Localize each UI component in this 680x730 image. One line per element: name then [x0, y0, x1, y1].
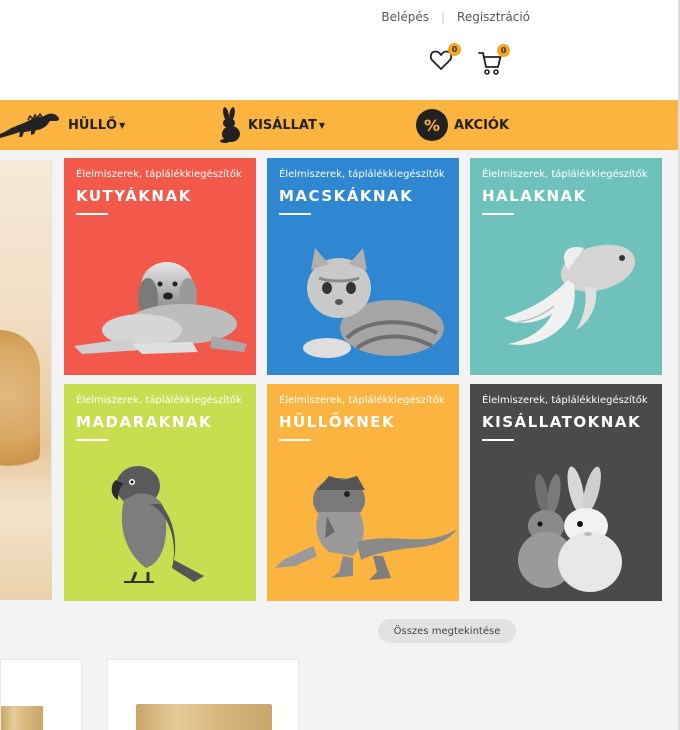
title-underline [76, 439, 108, 441]
product-image [136, 704, 272, 730]
lizard-icon [275, 476, 457, 580]
product-image [1, 706, 43, 730]
login-link[interactable]: Belépés [381, 10, 429, 24]
parrot-icon [111, 466, 204, 583]
nav-item-hullo[interactable]: HÜLLŐ ▼ [0, 100, 130, 150]
category-tile-birds[interactable]: Élelmiszerek, táplálékkiegészítők MADARA… [64, 384, 256, 601]
nav-item-label: HÜLLŐ [68, 117, 118, 133]
product-card[interactable] [107, 659, 299, 730]
rabbit-icon [220, 107, 240, 143]
floor-photo [0, 510, 52, 600]
chevron-down-icon: ▼ [119, 120, 126, 130]
register-link[interactable]: Regisztráció [457, 10, 530, 24]
title-underline [279, 439, 311, 441]
category-title: MADARAKNAK [76, 413, 213, 431]
category-tile-cats[interactable]: Élelmiszerek, táplálékkiegészítők MACSKÁ… [267, 158, 459, 375]
wishlist-count-badge: 0 [448, 43, 461, 56]
rabbits-icon [518, 466, 622, 592]
nav-item-label: KISÁLLAT [248, 117, 317, 133]
page: Belépés | Regisztráció 0 0 HÜLLŐ ▼ KISÁL… [0, 0, 680, 730]
category-subtitle: Élelmiszerek, táplálékkiegészítők [279, 395, 445, 406]
dog-photo [0, 330, 40, 490]
percent-icon: % [416, 109, 448, 141]
category-tile-fish[interactable]: Élelmiszerek, táplálékkiegészítők HALAKN… [470, 158, 662, 375]
category-nav: HÜLLŐ ▼ KISÁLLAT ▼ % AKCIÓK [0, 100, 678, 150]
title-underline [482, 213, 514, 215]
category-tile-dogs[interactable]: Élelmiszerek, táplálékkiegészítők KUTYÁK… [64, 158, 256, 375]
account-links: Belépés | Regisztráció [381, 10, 530, 24]
title-underline [482, 439, 514, 441]
hero-banner[interactable] [0, 160, 52, 600]
divider: | [441, 10, 446, 24]
category-subtitle: Élelmiszerek, táplálékkiegészítők [482, 169, 648, 180]
iguana-icon [0, 112, 60, 138]
category-title: KISÁLLATOKNAK [482, 413, 642, 431]
category-title: MACSKÁKNAK [279, 187, 414, 205]
nav-item-label: AKCIÓK [454, 117, 510, 133]
category-tile-reptiles[interactable]: Élelmiszerek, táplálékkiegészítők HÜLLŐK… [267, 384, 459, 601]
view-all-button[interactable]: Összes megtekintése [378, 619, 516, 643]
category-tile-small-pets[interactable]: Élelmiszerek, táplálékkiegészítők KISÁLL… [470, 384, 662, 601]
wishlist-button[interactable]: 0 [429, 43, 461, 71]
nav-item-kisallat[interactable]: KISÁLLAT ▼ [218, 100, 338, 150]
category-subtitle: Élelmiszerek, táplálékkiegészítők [482, 395, 648, 406]
category-subtitle: Élelmiszerek, táplálékkiegészítők [76, 169, 242, 180]
title-underline [279, 213, 311, 215]
cat-icon [303, 248, 444, 358]
category-title: KUTYÁKNAK [76, 187, 192, 205]
cart-count-badge: 0 [497, 44, 510, 57]
dog-icon [74, 262, 247, 354]
header: Belépés | Regisztráció 0 0 [0, 0, 680, 100]
product-card[interactable] [0, 659, 82, 730]
title-underline [76, 213, 108, 215]
category-title: HALAKNAK [482, 187, 587, 205]
category-subtitle: Élelmiszerek, táplálékkiegészítők [76, 395, 242, 406]
cart-button[interactable]: 0 [478, 44, 510, 75]
chevron-down-icon: ▼ [318, 120, 325, 130]
category-subtitle: Élelmiszerek, táplálékkiegészítők [279, 169, 445, 180]
category-title: HÜLLŐKNEK [279, 413, 396, 431]
nav-item-akciok[interactable]: % AKCIÓK [416, 100, 526, 150]
fish-icon [504, 244, 636, 345]
